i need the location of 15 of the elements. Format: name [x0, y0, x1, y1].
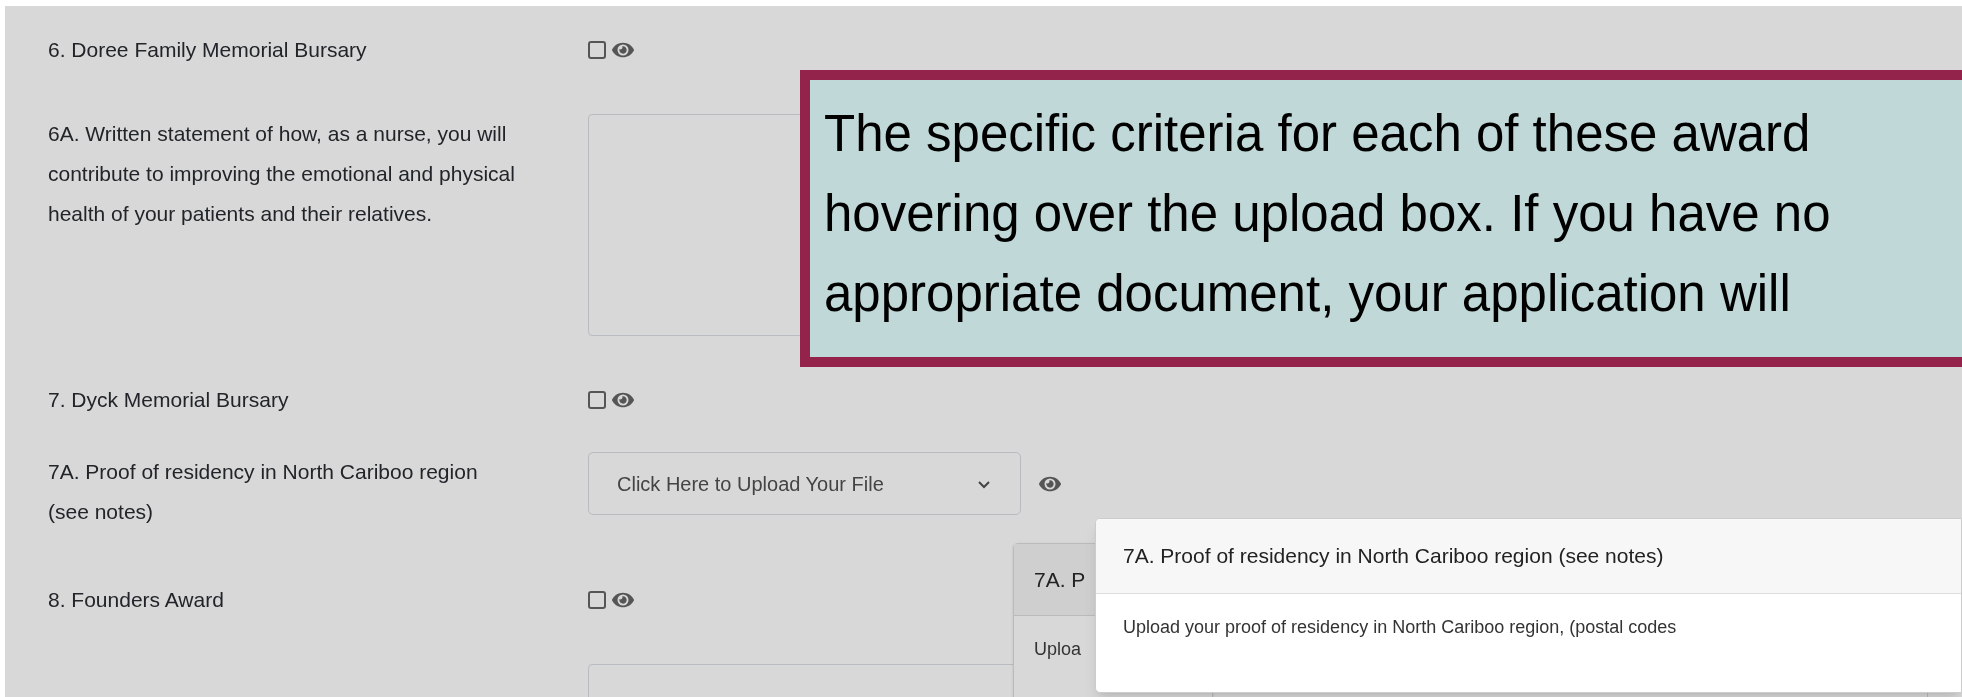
callout-text: hovering over the upload box. If you have no	[824, 184, 1831, 244]
field-label: 7. Dyck Memorial Bursary	[48, 387, 290, 413]
popover-body: Upload your proof of residency in North Cariboo region, (postal codes	[1122, 616, 1678, 639]
field-label: 8. Founders Award	[48, 587, 225, 613]
field-label: 7A. Proof of residency in North Cariboo region (see notes)	[48, 459, 479, 525]
callout-text: appropriate document, your application will	[824, 264, 1791, 324]
popover-header: 7A. Proof of residency in North Cariboo region (see notes)	[1096, 519, 1961, 594]
checkbox[interactable]	[588, 591, 606, 609]
field-label: 6. Doree Family Memorial Bursary	[48, 37, 368, 63]
upload-dropdown[interactable]: Click Here to Upload Your File	[588, 452, 1021, 515]
field-label: 6A. Written statement of how, as a nurse, you will contribute to improving the emotional and physical health of your patients and their relatives.	[48, 121, 516, 227]
checkbox[interactable]	[588, 391, 606, 409]
callout-text: The specific criteria for each of these award	[824, 104, 1811, 164]
checkbox[interactable]	[588, 41, 606, 59]
popover-body: Uploa	[1034, 638, 1082, 661]
